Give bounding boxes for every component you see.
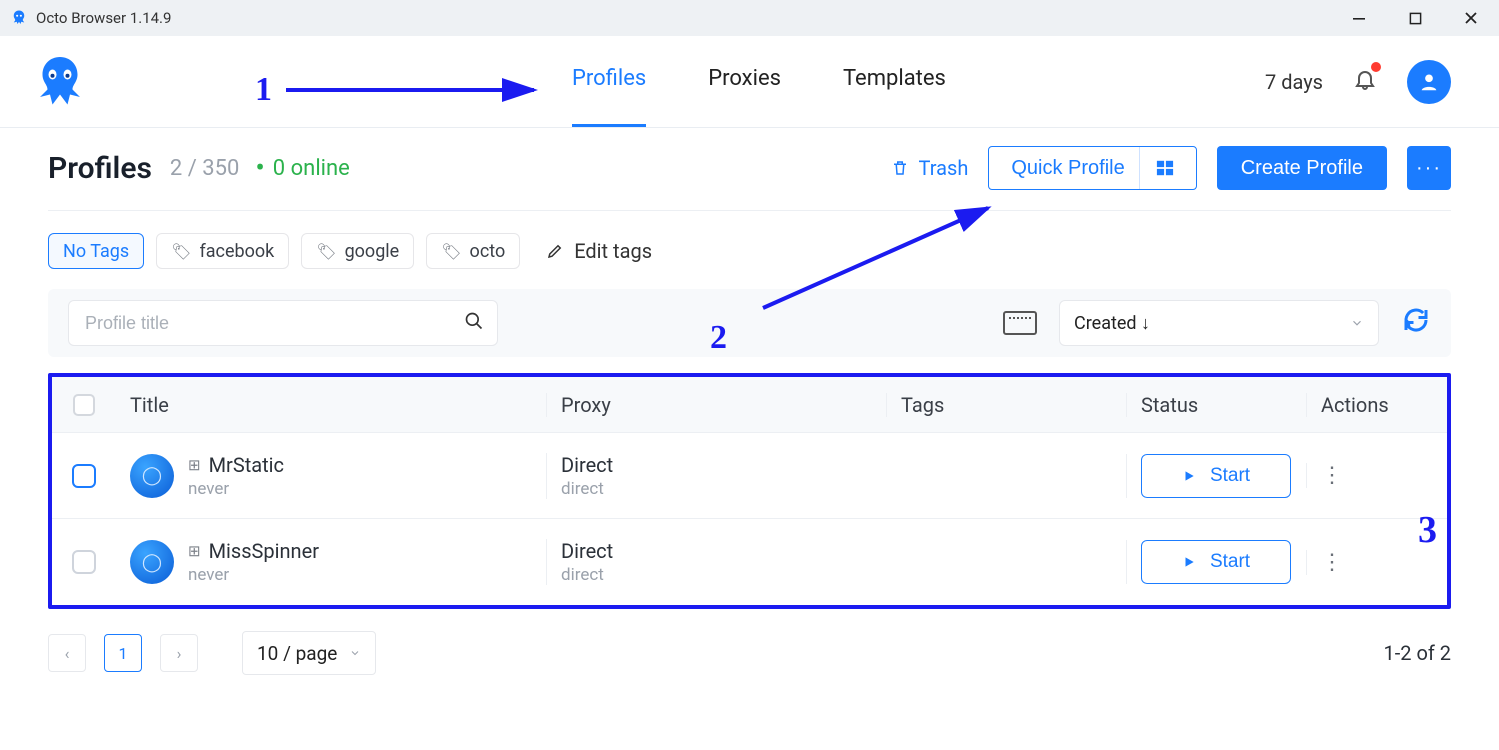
search-icon[interactable]	[464, 311, 484, 336]
nav: Profiles Proxies Templates	[572, 66, 946, 97]
profile-name: MissSpinner	[209, 539, 319, 563]
trash-link[interactable]: Trash	[891, 156, 969, 180]
page-title: Profiles	[48, 151, 152, 186]
table-row: ◯ ⊞ MissSpinner never Direct direct Start	[52, 519, 1447, 605]
row-checkbox[interactable]	[72, 464, 96, 488]
chevron-down-icon	[349, 647, 361, 659]
more-actions-button[interactable]: ···	[1407, 146, 1451, 190]
filter-bar: Created ↓	[48, 289, 1451, 357]
quick-profile-label: Quick Profile	[1011, 157, 1124, 180]
profile-icon: ◯	[130, 454, 174, 498]
window-title: Octo Browser 1.14.9	[36, 9, 171, 27]
page-head: Profiles 2 / 350 0 online Trash Quick Pr…	[48, 146, 1451, 211]
windows-icon: ⊞	[188, 542, 201, 560]
window-maximize-button[interactable]	[1387, 0, 1443, 36]
nav-proxies[interactable]: Proxies	[708, 66, 781, 97]
pagination-range: 1-2 of 2	[1383, 641, 1451, 665]
header-actions: Actions	[1306, 393, 1447, 417]
profile-sub: never	[188, 479, 284, 499]
tag-label: google	[345, 241, 400, 262]
notification-dot	[1371, 62, 1381, 72]
tag-icon: 🏷	[441, 242, 461, 261]
edit-tags-link[interactable]: Edit tags	[546, 239, 652, 263]
windows-icon	[1139, 147, 1174, 189]
tag-label: octo	[470, 241, 506, 262]
titlebar: Octo Browser 1.14.9	[0, 0, 1499, 36]
trash-label: Trash	[919, 156, 969, 180]
profile-sub: never	[188, 565, 319, 585]
page-number[interactable]: 1	[104, 634, 142, 672]
pencil-icon	[546, 242, 564, 260]
trash-icon	[891, 158, 909, 178]
tag-label: facebook	[199, 241, 274, 262]
start-label: Start	[1210, 465, 1250, 487]
bell-icon[interactable]	[1353, 66, 1377, 98]
start-button[interactable]: Start	[1141, 540, 1291, 584]
header-title: Title	[116, 393, 546, 417]
page-size-select[interactable]: 10 / page	[242, 631, 376, 675]
page-size-label: 10 / page	[257, 642, 337, 665]
row-checkbox[interactable]	[72, 550, 96, 574]
app-logo	[28, 50, 92, 114]
proxy-sub: direct	[561, 565, 872, 585]
window-minimize-button[interactable]	[1331, 0, 1387, 36]
profile-count: 2 / 350	[170, 156, 239, 181]
online-status: 0 online	[255, 156, 350, 181]
play-icon	[1182, 469, 1196, 483]
proxy-sub: direct	[561, 479, 872, 499]
tag-icon: 🏷	[316, 242, 336, 261]
search-input[interactable]	[68, 300, 498, 346]
select-all-checkbox[interactable]	[73, 394, 95, 416]
keyboard-icon[interactable]	[1003, 311, 1037, 335]
sort-label: Created ↓	[1074, 313, 1150, 334]
window-controls	[1331, 0, 1499, 36]
tags-row: No Tags 🏷 facebook 🏷 google 🏷 octo Edit tag…	[48, 211, 1451, 269]
start-button[interactable]: Start	[1141, 454, 1291, 498]
sort-select[interactable]: Created ↓	[1059, 300, 1379, 346]
avatar[interactable]	[1407, 60, 1451, 104]
edit-tags-label: Edit tags	[574, 239, 652, 263]
chevron-down-icon	[1350, 316, 1364, 330]
quick-profile-button[interactable]: Quick Profile	[988, 146, 1196, 190]
tag-icon: 🏷	[171, 242, 191, 261]
header-status: Status	[1126, 393, 1306, 417]
window-close-button[interactable]	[1443, 0, 1499, 36]
tag-google[interactable]: 🏷 google	[301, 233, 414, 269]
app-icon	[10, 9, 28, 27]
profiles-table: Title Proxy Tags Status Actions ◯ ⊞ MrSta…	[48, 373, 1451, 609]
tag-facebook[interactable]: 🏷 facebook	[156, 233, 289, 269]
proxy-type: Direct	[561, 453, 872, 477]
nav-templates[interactable]: Templates	[843, 66, 946, 97]
refresh-icon[interactable]	[1401, 305, 1431, 341]
windows-icon: ⊞	[188, 456, 201, 474]
table-header: Title Proxy Tags Status Actions	[52, 377, 1447, 433]
header-proxy: Proxy	[546, 393, 886, 417]
row-menu-icon[interactable]: ⋮	[1321, 550, 1343, 575]
create-profile-button[interactable]: Create Profile	[1217, 146, 1387, 190]
tag-no-tags[interactable]: No Tags	[48, 233, 144, 269]
row-menu-icon[interactable]: ⋮	[1321, 463, 1343, 488]
tag-octo[interactable]: 🏷 octo	[426, 233, 520, 269]
start-label: Start	[1210, 551, 1250, 573]
profile-icon: ◯	[130, 540, 174, 584]
pagination: ‹ 1 › 10 / page 1-2 of 2	[48, 609, 1451, 697]
days-remaining: 7 days	[1265, 70, 1323, 94]
profile-name: MrStatic	[209, 453, 284, 477]
nav-profiles[interactable]: Profiles	[572, 66, 646, 97]
next-page-button[interactable]: ›	[160, 634, 198, 672]
header-tags: Tags	[886, 393, 1126, 417]
header: Profiles Proxies Templates 7 days	[0, 36, 1499, 128]
proxy-type: Direct	[561, 539, 872, 563]
play-icon	[1182, 555, 1196, 569]
prev-page-button[interactable]: ‹	[48, 634, 86, 672]
table-row: ◯ ⊞ MrStatic never Direct direct Start	[52, 433, 1447, 519]
